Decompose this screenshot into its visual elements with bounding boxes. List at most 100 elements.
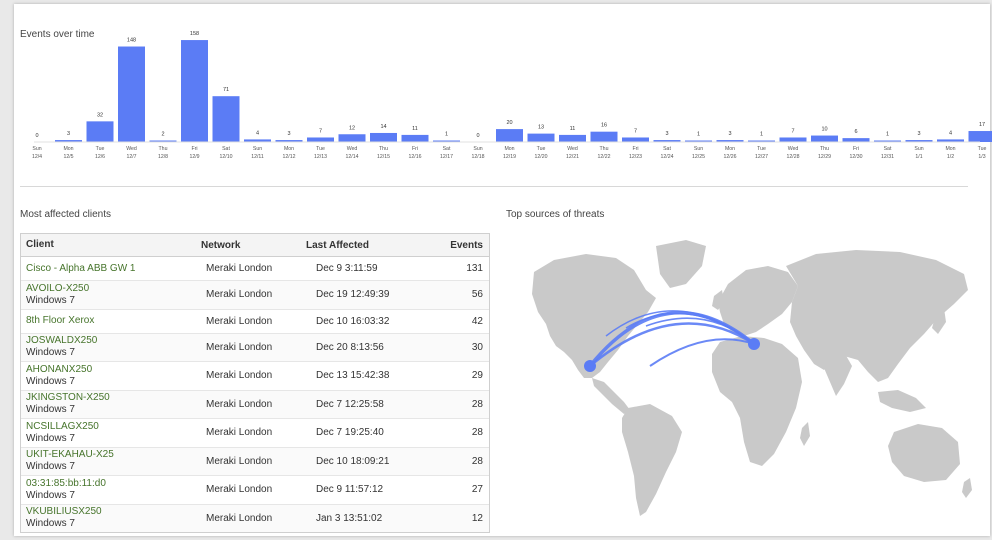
chart-tick-date: 12/18 [472, 154, 485, 160]
chart-tick-date: 12/27 [755, 154, 768, 160]
chart-bar[interactable] [401, 134, 429, 142]
chart-title: Events over time [20, 29, 95, 40]
chart-bar[interactable] [590, 131, 618, 142]
chart-value-label: 3 [728, 131, 731, 137]
chart-tick-day: Tue [316, 146, 325, 152]
chart-bar[interactable] [307, 137, 334, 142]
chart-bar[interactable] [86, 121, 114, 142]
header-client[interactable]: Client [21, 239, 201, 251]
last-affected-cell: Dec 20 8:13:56 [316, 341, 384, 353]
chart-bar[interactable] [496, 129, 523, 142]
chart-tick-date: 12/26 [724, 154, 737, 160]
clients-table: Client Network Last Affected Events Cisc… [20, 233, 490, 533]
chart-bar[interactable] [370, 132, 397, 142]
chart-tick-day: Sat [443, 146, 451, 152]
events-cell: 28 [471, 398, 483, 410]
chart-bar[interactable] [118, 46, 145, 142]
world-land [532, 240, 972, 516]
chart-value-label: 3 [67, 131, 70, 137]
events-cell: 27 [471, 484, 483, 496]
client-os: Windows 7 [26, 375, 75, 387]
chart-tick-date: 12/9 [189, 154, 199, 160]
table-row[interactable]: Cisco - Alpha ABB GW 1 Meraki London Dec 9… [21, 257, 489, 281]
chart-bar[interactable] [527, 133, 555, 142]
chart-tick-date: 12/17 [440, 154, 453, 160]
chart-tick-date: 12/30 [850, 154, 863, 160]
chart-value-labels: 0 3321482158714 3 712 14 111 02013 11167 3 1 3 17 10… [35, 31, 985, 139]
last-affected-cell: Dec 9 3:11:59 [316, 263, 378, 274]
chart-tick-date: 12/21 [566, 154, 579, 160]
chart-tick-day: Sun [914, 146, 923, 152]
chart-tick-date: 12/8 [158, 154, 168, 160]
client-cell: JKINGSTON-X250 Windows 7 [21, 392, 201, 416]
table-row[interactable]: UKIT-EKAHAU-X25 Windows 7 Meraki London Dec… [21, 447, 489, 476]
table-row[interactable]: NCSILLAGX250 Windows 7 Meraki London Dec 7 … [21, 419, 489, 448]
last-affected-cell: Dec 13 15:42:38 [316, 370, 390, 382]
threat-map [532, 240, 972, 516]
chart-bar[interactable] [842, 138, 870, 142]
client-name-link[interactable]: NCSILLAGX250 [26, 421, 201, 433]
client-name-link[interactable]: AHONANX250 [26, 364, 201, 376]
client-os: Windows 7 [26, 518, 75, 530]
client-name-link[interactable]: JOSWALDX250 [26, 335, 201, 347]
client-name-link[interactable]: VKUBILIUSX250 [26, 506, 201, 518]
client-cell: NCSILLAGX250 Windows 7 [21, 421, 201, 445]
table-row[interactable]: JKINGSTON-X250 Windows 7 Meraki London Dec … [21, 390, 489, 419]
chart-bar[interactable] [811, 135, 838, 142]
chart-value-label: 32 [97, 112, 103, 118]
events-cell: 30 [471, 341, 483, 353]
client-cell: VKUBILIUSX250 Windows 7 [21, 506, 201, 530]
header-events[interactable]: Events [426, 240, 489, 251]
chart-tick-day: Sun [473, 146, 482, 152]
table-row[interactable]: JOSWALDX250 Windows 7 Meraki London Dec 20 … [21, 333, 489, 362]
client-cell: AVOILO-X250 Windows 7 [21, 283, 201, 307]
chart-value-label: 71 [223, 87, 229, 93]
header-last-affected[interactable]: Last Affected [306, 240, 426, 251]
chart-value-label: 1 [886, 132, 889, 138]
client-cell: Cisco - Alpha ABB GW 1 [21, 263, 201, 275]
chart-bar[interactable] [338, 134, 366, 142]
chart-tick-date: 12/24 [661, 154, 674, 160]
india-land [824, 352, 852, 396]
chart-tick-day: Sat [884, 146, 892, 152]
chart-bar[interactable] [779, 137, 807, 142]
chart-tick-date: 12/16 [409, 154, 422, 160]
last-affected-cell: Dec 7 12:25:58 [316, 398, 384, 410]
table-row[interactable]: AVOILO-X250 Windows 7 Meraki London Dec 19 … [21, 281, 489, 310]
table-row[interactable]: VKUBILIUSX250 Windows 7 Meraki London Jan 3… [21, 504, 489, 532]
table-row[interactable]: AHONANX250 Windows 7 Meraki London Dec 13 1… [21, 362, 489, 391]
client-name-link[interactable]: UKIT-EKAHAU-X25 [26, 449, 201, 461]
network-cell: Meraki London [206, 263, 273, 274]
section-divider [20, 186, 968, 187]
client-cell: 03:31:85:bb:11:d0 Windows 7 [21, 478, 201, 502]
client-cell: JOSWALDX250 Windows 7 [21, 335, 201, 359]
chart-bar[interactable] [559, 134, 586, 142]
chart-bar[interactable] [212, 96, 240, 142]
chart-value-label: 13 [538, 125, 544, 131]
chart-value-label: 20 [506, 120, 512, 126]
client-name-link[interactable]: Cisco - Alpha ABB GW 1 [26, 263, 201, 275]
chart-tick-date: 12/20 [535, 154, 548, 160]
chart-tick-day: Thu [379, 146, 388, 152]
client-os: Windows 7 [26, 404, 75, 416]
chart-bar[interactable] [622, 137, 649, 142]
chart-tick-day: Thu [820, 146, 829, 152]
client-name-link[interactable]: 8th Floor Xerox [26, 315, 201, 327]
last-affected-cell: Dec 7 19:25:40 [316, 427, 384, 439]
client-name-link[interactable]: 03:31:85:bb:11:d0 [26, 478, 201, 490]
table-row[interactable]: 8th Floor Xerox Meraki London Dec 10 16:03… [21, 310, 489, 334]
network-cell: Meraki London [206, 427, 273, 439]
chart-tick-day: Mon [945, 146, 955, 152]
chart-value-label: 11 [412, 126, 418, 132]
client-cell: UKIT-EKAHAU-X25 Windows 7 [21, 449, 201, 473]
client-name-link[interactable]: JKINGSTON-X250 [26, 392, 201, 404]
chart-tick-date: 12/10 [220, 154, 233, 160]
header-network[interactable]: Network [201, 240, 306, 251]
table-row[interactable]: 03:31:85:bb:11:d0 Windows 7 Meraki London D… [21, 476, 489, 505]
table-header: Client Network Last Affected Events [21, 234, 489, 257]
network-cell: Meraki London [206, 484, 273, 496]
chart-value-label: 6 [854, 129, 857, 135]
client-name-link[interactable]: AVOILO-X250 [26, 283, 201, 295]
chart-bar[interactable] [181, 40, 208, 143]
chart-bar[interactable] [968, 131, 992, 142]
